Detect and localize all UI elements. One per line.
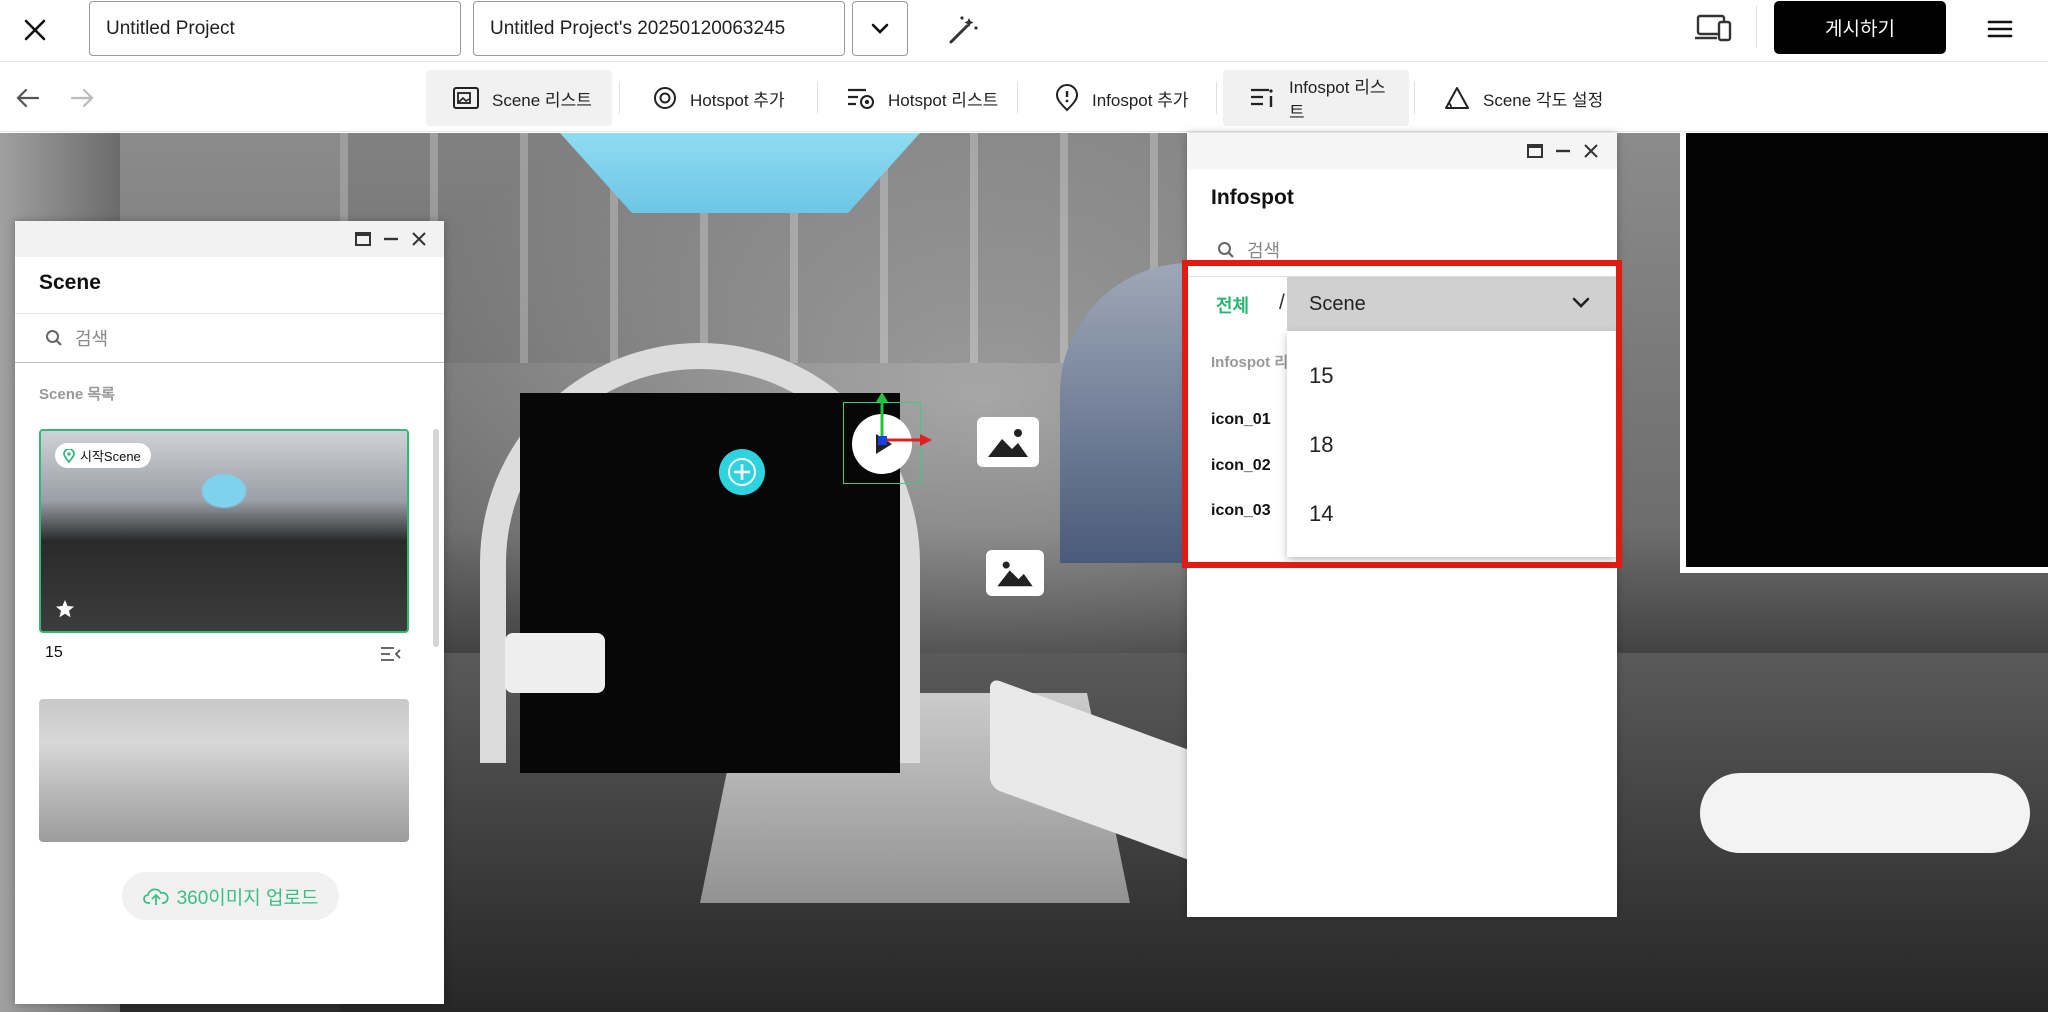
tool-label: Scene 리스트	[492, 90, 592, 110]
divider	[1756, 6, 1757, 48]
scene-options-icon[interactable]	[380, 645, 402, 663]
project-name-field[interactable]: Untitled Project	[89, 1, 461, 56]
hotspot-marker[interactable]	[719, 449, 765, 495]
tool-label: Infospot 추가	[1092, 90, 1189, 110]
divider	[1017, 82, 1018, 114]
scene-thumbnail[interactable]	[39, 699, 409, 842]
upload-label: 360이미지 업로드	[176, 887, 319, 909]
filter-separator: /	[1279, 291, 1285, 314]
version-name-field[interactable]: Untitled Project's 20250120063245	[473, 1, 845, 56]
gizmo-axes-icon	[876, 392, 932, 446]
search-icon	[46, 330, 62, 346]
cloud-upload-icon	[142, 888, 169, 905]
tool-bar: Scene 리스트 Hotspot 추가 Hotspot 리스트 Infospo…	[0, 62, 2048, 132]
tool-scene-list[interactable]: Scene 리스트	[426, 70, 612, 126]
tool-infospot-add[interactable]: Infospot 추가	[1028, 70, 1205, 126]
pin-icon	[63, 448, 75, 463]
minimize-icon[interactable]	[382, 230, 400, 248]
image-infospot-marker[interactable]	[986, 550, 1044, 596]
image-icon	[988, 429, 1028, 457]
tool-label: Scene 각도 설정	[1483, 90, 1604, 110]
hotspot-add-icon	[654, 87, 676, 109]
minimize-icon[interactable]	[1554, 142, 1572, 160]
scene-panel: Scene 검색 Scene 목록 시작Scene 15 360이미지 업로드	[15, 221, 444, 1004]
panel-title: Infospot	[1211, 186, 1294, 209]
search-placeholder: 검색	[1247, 241, 1281, 261]
list-item[interactable]: icon_02	[1211, 457, 1271, 475]
divider	[1216, 82, 1217, 114]
scene-armchair	[505, 633, 605, 693]
infospot-panel: Infospot 검색 전체 / Scene Infospot 리 icon_0…	[1187, 133, 1617, 917]
scene-thumbnail-image	[39, 699, 409, 842]
scene-display-wall	[1680, 133, 2048, 573]
panel-title: Scene	[39, 271, 101, 294]
plus-icon	[728, 458, 756, 486]
start-scene-label: 시작Scene	[80, 449, 141, 464]
scene-table	[1700, 773, 2030, 853]
tool-label: Hotspot 추가	[690, 90, 785, 110]
tool-hotspot-list[interactable]: Hotspot 리스트	[820, 70, 1014, 126]
chevron-down-icon	[1572, 297, 1590, 308]
image-infospot-marker[interactable]	[977, 417, 1039, 467]
filter-all-tab[interactable]: 전체	[1216, 292, 1249, 318]
version-name-value: Untitled Project's 20250120063245	[490, 17, 786, 39]
menu-icon[interactable]	[1985, 14, 2015, 44]
tool-hotspot-add[interactable]: Hotspot 추가	[626, 70, 801, 126]
dropdown-option[interactable]: 15	[1309, 363, 1333, 389]
infospot-filter-row: 전체 / Scene	[1187, 276, 1617, 332]
upload-360-image-button[interactable]: 360이미지 업로드	[122, 872, 339, 920]
scene-select-value: Scene	[1309, 293, 1366, 315]
infospot-list-icon	[1251, 88, 1273, 107]
search-placeholder: 검색	[75, 329, 109, 349]
close-icon[interactable]	[410, 230, 428, 248]
list-item[interactable]: icon_01	[1211, 411, 1271, 429]
device-preview-icon[interactable]	[1693, 12, 1733, 46]
close-icon[interactable]	[18, 13, 52, 47]
magic-wand-icon[interactable]	[945, 12, 981, 48]
tool-label: Infospot 리스트	[1289, 78, 1386, 122]
scene-filter-select[interactable]: Scene	[1287, 277, 1617, 332]
image-icon	[997, 561, 1033, 587]
hotspot-list-icon	[848, 88, 874, 109]
scene-list-icon	[453, 87, 479, 109]
close-icon[interactable]	[1582, 142, 1600, 160]
tool-scene-angle[interactable]: Scene 각도 설정	[1417, 70, 1619, 126]
search-icon	[1218, 242, 1234, 258]
version-dropdown-button[interactable]	[852, 1, 908, 56]
tool-infospot-list[interactable]: Infospot 리스트	[1223, 70, 1409, 126]
tool-label: Hotspot 리스트	[888, 90, 999, 110]
panel-header	[15, 221, 444, 257]
scene-name: 15	[45, 644, 63, 661]
scrollbar[interactable]	[433, 429, 439, 647]
maximize-icon[interactable]	[1526, 142, 1544, 160]
infospot-list-label: Infospot 리	[1211, 354, 1287, 371]
panel-header	[1187, 133, 1617, 169]
start-scene-badge: 시작Scene	[55, 443, 151, 468]
star-icon[interactable]	[55, 599, 75, 619]
chevron-down-icon	[871, 23, 889, 34]
divider	[817, 82, 818, 114]
scene-thumbnail[interactable]: 시작Scene	[39, 429, 409, 633]
dropdown-option[interactable]: 18	[1309, 432, 1333, 458]
infospot-add-icon	[1055, 84, 1079, 112]
divider	[619, 82, 620, 114]
scene-list-label: Scene 목록	[39, 386, 115, 403]
scene-angle-icon	[1445, 87, 1469, 109]
dropdown-option[interactable]: 14	[1309, 501, 1333, 527]
publish-button[interactable]: 게시하기	[1774, 1, 1946, 54]
maximize-icon[interactable]	[354, 230, 372, 248]
divider	[1414, 82, 1415, 114]
redo-arrow-icon[interactable]	[68, 84, 96, 112]
list-item[interactable]: icon_03	[1211, 502, 1271, 520]
undo-arrow-icon[interactable]	[14, 84, 42, 112]
scene-dropdown-menu: 15 18 14	[1287, 331, 1617, 557]
infospot-search-input[interactable]: 검색	[1217, 237, 1280, 263]
top-bar: Untitled Project Untitled Project's 2025…	[0, 0, 2048, 62]
scene-search-input[interactable]: 검색	[15, 313, 444, 363]
project-name-value: Untitled Project	[106, 17, 235, 39]
